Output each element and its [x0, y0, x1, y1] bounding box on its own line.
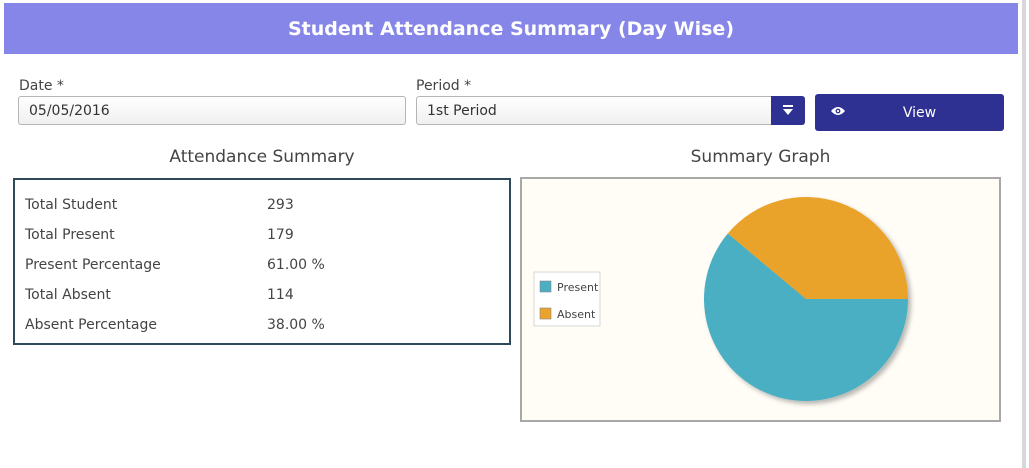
legend-swatch-present	[539, 280, 552, 293]
page-title: Student Attendance Summary (Day Wise)	[287, 17, 735, 40]
scrollbar-track[interactable]	[1022, 0, 1026, 468]
period-value: 1st Period	[427, 102, 497, 119]
date-input[interactable]: 05/05/2016	[18, 96, 406, 125]
period-select[interactable]: 1st Period	[416, 96, 805, 125]
attendance-summary-table: Total Student 293 Total Present 179 Pres…	[13, 178, 511, 345]
date-label: Date *	[19, 78, 64, 94]
chevron-down-icon	[783, 104, 793, 115]
page-header: Student Attendance Summary (Day Wise)	[4, 3, 1018, 54]
view-button[interactable]: View	[815, 94, 1004, 131]
pie-chart: Present Absent	[533, 196, 908, 401]
row-value: 293	[267, 197, 294, 213]
row-label: Total Present	[25, 227, 115, 243]
row-label: Absent Percentage	[25, 317, 157, 333]
legend-swatch-absent	[539, 307, 552, 320]
row-value: 61.00 %	[267, 257, 325, 273]
date-value: 05/05/2016	[29, 102, 110, 119]
row-value: 38.00 %	[267, 317, 325, 333]
legend-label-present: Present	[557, 281, 599, 294]
row-label: Total Student	[25, 197, 118, 213]
row-value: 114	[267, 287, 294, 303]
legend-label-absent: Absent	[557, 308, 596, 321]
summary-graph-panel: Present Absent	[520, 177, 1001, 422]
period-label: Period *	[416, 78, 472, 94]
attendance-summary-title: Attendance Summary	[169, 147, 355, 167]
dropdown-arrow-button[interactable]	[771, 96, 805, 125]
row-label: Present Percentage	[25, 257, 161, 273]
row-label: Total Absent	[25, 287, 111, 303]
summary-graph-title: Summary Graph	[690, 147, 831, 167]
row-value: 179	[267, 227, 294, 243]
view-button-label: View	[902, 104, 937, 121]
